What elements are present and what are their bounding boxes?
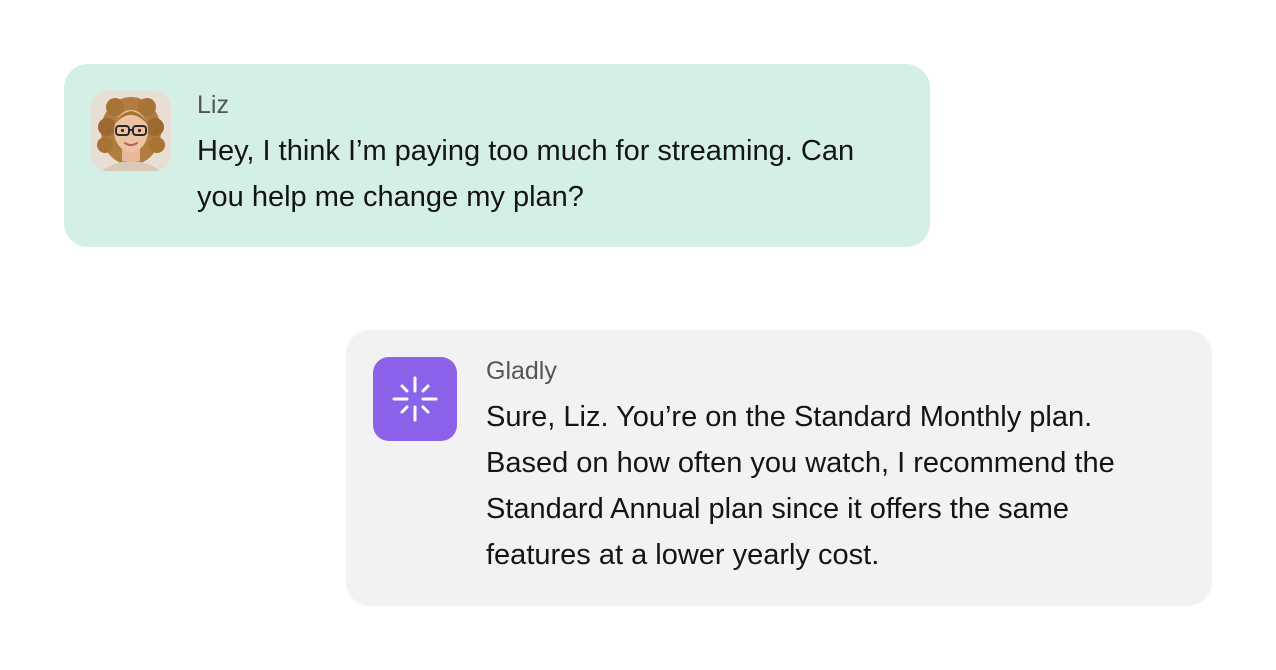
sender-name: Liz [197, 91, 229, 119]
user-photo-avatar [91, 91, 171, 171]
agent-avatar [373, 357, 457, 441]
sparkle-icon [373, 357, 457, 441]
user-message-bubble: Liz Hey, I think I’m paying too much for… [64, 64, 930, 247]
message-text: Sure, Liz. You’re on the Standard Monthl… [486, 401, 1115, 571]
agent-message-bubble: Gladly Sure, Liz. You’re on the Standard… [346, 330, 1212, 606]
user-avatar [91, 91, 171, 171]
sender-name: Gladly [486, 357, 557, 385]
message-text: Hey, I think I’m paying too much for str… [197, 135, 855, 213]
